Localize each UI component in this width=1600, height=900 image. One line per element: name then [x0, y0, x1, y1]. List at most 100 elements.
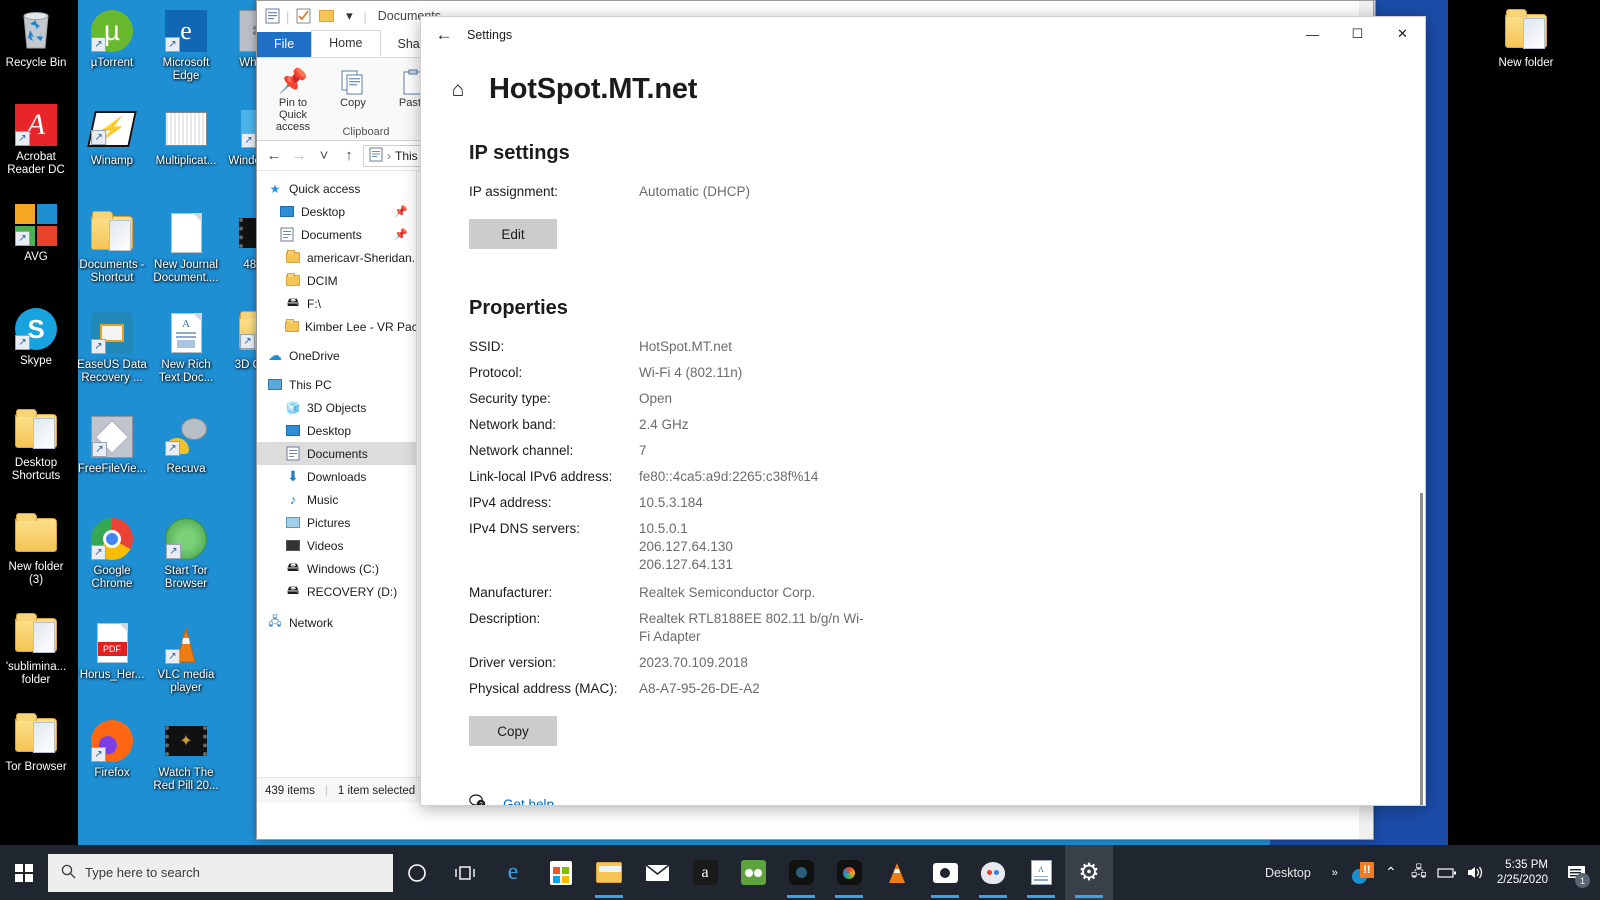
sidebar-item-desktop-pc[interactable]: Desktop: [257, 419, 416, 442]
sidebar-item-pictures[interactable]: Pictures: [257, 511, 416, 534]
taskbar-cortana-icon[interactable]: [393, 845, 441, 900]
desktop-icon-recycle-bin[interactable]: Recycle Bin: [0, 8, 72, 70]
breadcrumb-this-pc[interactable]: This: [395, 149, 418, 163]
copy-button[interactable]: Copy: [469, 716, 557, 746]
sidebar-item-videos[interactable]: Videos: [257, 534, 416, 557]
get-help-link-row[interactable]: ? Get help: [469, 794, 1425, 805]
chevron-up-icon[interactable]: »: [1321, 845, 1349, 900]
desktop-icon-utorrent[interactable]: µ µTorrent: [76, 8, 148, 70]
settings-window[interactable]: ← Settings — ☐ ✕ ⌂ HotSpot.MT.net IP set…: [420, 16, 1426, 806]
taskbar-mail-icon[interactable]: [633, 845, 681, 900]
desktop-icon-avg[interactable]: AVG: [0, 202, 72, 264]
tab-home[interactable]: Home: [311, 30, 381, 57]
desktop-icon-acrobat-reader-dc[interactable]: A Acrobat Reader DC: [0, 102, 72, 176]
desktop-icon-sublimina-folder[interactable]: 'sublimina... folder: [0, 612, 72, 686]
settings-vertical-scrollbar[interactable]: [1417, 53, 1424, 805]
desktop-icon-horus-pdf[interactable]: PDF Horus_Her...: [76, 620, 148, 682]
taskbar-wordpad-icon[interactable]: A: [1017, 845, 1065, 900]
pin-icon[interactable]: 📌: [394, 205, 408, 218]
desktop-icon-microsoft-edge[interactable]: e Microsoft Edge: [150, 8, 222, 82]
avg-tray-icon[interactable]: !!: [1349, 845, 1377, 900]
settings-scroll-area[interactable]: ⌂ HotSpot.MT.net IP settings IP assignme…: [421, 53, 1425, 805]
settings-titlebar[interactable]: ← Settings — ☐ ✕: [421, 17, 1425, 53]
sidebar-item-f-drive[interactable]: 🖴 F:\: [257, 292, 416, 315]
desktop-icon-documents-shortcut[interactable]: Documents - Shortcut: [76, 210, 148, 284]
desktop-icon-vlc-media-player[interactable]: VLC media player: [150, 620, 222, 694]
maximize-button[interactable]: ☐: [1335, 17, 1380, 51]
new-folder-icon[interactable]: [317, 7, 335, 25]
sidebar-item-downloads[interactable]: ⬇ Downloads: [257, 465, 416, 488]
sidebar-item-music[interactable]: ♪ Music: [257, 488, 416, 511]
battery-icon[interactable]: [1433, 845, 1461, 900]
forward-button[interactable]: →: [288, 145, 310, 167]
taskbar-paint-icon[interactable]: [969, 845, 1017, 900]
sidebar-item-windows-c[interactable]: 🖴 Windows (C:): [257, 557, 416, 580]
sidebar-item-recovery-d[interactable]: 🖴 RECOVERY (D:): [257, 580, 416, 603]
back-button[interactable]: ←: [263, 145, 285, 167]
sidebar-item-documents-qa[interactable]: Documents 📌: [257, 223, 416, 246]
minimize-button[interactable]: —: [1290, 17, 1335, 51]
desktop-icon-winamp[interactable]: ⚡ Winamp: [76, 106, 148, 168]
sidebar-item-dcim[interactable]: DCIM: [257, 269, 416, 292]
taskbar-camera-icon[interactable]: [921, 845, 969, 900]
back-arrow-icon[interactable]: ←: [421, 19, 467, 51]
desktop-icon-desktop-shortcuts[interactable]: Desktop Shortcuts: [0, 408, 72, 482]
taskbar-webcam-icon[interactable]: [777, 845, 825, 900]
close-button[interactable]: ✕: [1380, 17, 1425, 51]
volume-icon[interactable]: [1461, 845, 1489, 900]
desktop-background-right[interactable]: [1448, 0, 1600, 845]
recent-locations-button[interactable]: ˅: [313, 145, 335, 167]
sidebar-item-quick-access[interactable]: ★ Quick access: [257, 177, 416, 200]
overflow-chevron-icon[interactable]: ⌃: [1377, 845, 1405, 900]
desktop-icon-multiplication[interactable]: Multiplicat...: [150, 106, 222, 168]
sidebar-item-3d-objects[interactable]: 🧊 3D Objects: [257, 396, 416, 419]
network-tray-icon[interactable]: 🖧: [1405, 845, 1433, 900]
taskbar-tripadvisor-icon[interactable]: [729, 845, 777, 900]
desktop-icon-watch-the-red-pill[interactable]: ✦ Watch The Red Pill 20...: [150, 718, 222, 792]
customize-dropdown-icon[interactable]: ▾: [340, 7, 358, 25]
taskbar-task-view-icon[interactable]: [441, 845, 489, 900]
pin-icon[interactable]: 📌: [394, 228, 408, 241]
sidebar-item-americavr-sheridan[interactable]: americavr-Sheridan.: [257, 246, 416, 269]
dns-server-3: 206.127.64.131: [639, 557, 733, 572]
desktop-icon-firefox[interactable]: Firefox: [76, 718, 148, 780]
edit-button[interactable]: Edit: [469, 219, 557, 249]
taskbar-settings-gear-icon[interactable]: ⚙: [1065, 845, 1113, 900]
taskbar-color-app-icon[interactable]: [825, 845, 873, 900]
clock[interactable]: 5:35 PM 2/25/2020: [1489, 858, 1560, 888]
up-button[interactable]: ↑: [338, 145, 360, 167]
taskbar-vlc-icon[interactable]: [873, 845, 921, 900]
sidebar-item-network[interactable]: 🖧 Network: [257, 611, 416, 634]
home-icon[interactable]: ⌂: [445, 78, 471, 102]
desktop-icon-tor-browser[interactable]: Tor Browser: [0, 712, 72, 774]
sidebar-item-kimber-lee-vr-pac[interactable]: Kimber Lee - VR Pac: [257, 315, 416, 338]
taskbar-microsoft-store-icon[interactable]: [537, 845, 585, 900]
explorer-navigation-pane[interactable]: ★ Quick access Desktop 📌 Documents 📌 ame…: [257, 171, 417, 777]
desktop-icon-new-folder-3[interactable]: New folder (3): [0, 512, 72, 586]
desktop-icon-new-journal-document[interactable]: New Journal Document....: [150, 210, 222, 284]
desktop-icon-skype[interactable]: S Skype: [0, 306, 72, 368]
taskbar-file-explorer-icon[interactable]: [585, 845, 633, 900]
properties-icon[interactable]: [294, 7, 312, 25]
breadcrumb-chevron-icon[interactable]: ›: [387, 149, 391, 163]
sidebar-item-onedrive[interactable]: ☁ OneDrive: [257, 344, 416, 367]
desktop-icon-easeus[interactable]: EaseUS Data Recovery ...: [76, 310, 148, 384]
sidebar-item-desktop[interactable]: Desktop 📌: [257, 200, 416, 223]
desktop-icon-new-rich-text-doc[interactable]: A New Rich Text Doc...: [150, 310, 222, 384]
search-input[interactable]: Type here to search: [48, 853, 393, 892]
desktop-icon-recuva[interactable]: Recuva: [150, 414, 222, 476]
start-button[interactable]: [0, 845, 48, 900]
taskbar-amazon-icon[interactable]: a: [681, 845, 729, 900]
desktop-icon-google-chrome[interactable]: Google Chrome: [76, 516, 148, 590]
scrollbar-thumb[interactable]: [1420, 493, 1423, 805]
desktop-icon-start-tor-browser[interactable]: Start Tor Browser: [150, 516, 222, 590]
taskbar-edge-icon[interactable]: e: [489, 845, 537, 900]
sidebar-item-this-pc[interactable]: This PC: [257, 373, 416, 396]
tab-file[interactable]: File: [257, 32, 312, 57]
action-center-icon[interactable]: 1: [1560, 845, 1592, 900]
desktop-icon-new-folder[interactable]: New folder: [1490, 8, 1562, 70]
tray-desktop-label[interactable]: Desktop: [1255, 866, 1321, 880]
sidebar-item-documents[interactable]: Documents: [257, 442, 416, 465]
get-help-link[interactable]: Get help: [503, 797, 554, 806]
desktop-icon-freefileviewer[interactable]: FreeFileVie...: [76, 414, 148, 476]
